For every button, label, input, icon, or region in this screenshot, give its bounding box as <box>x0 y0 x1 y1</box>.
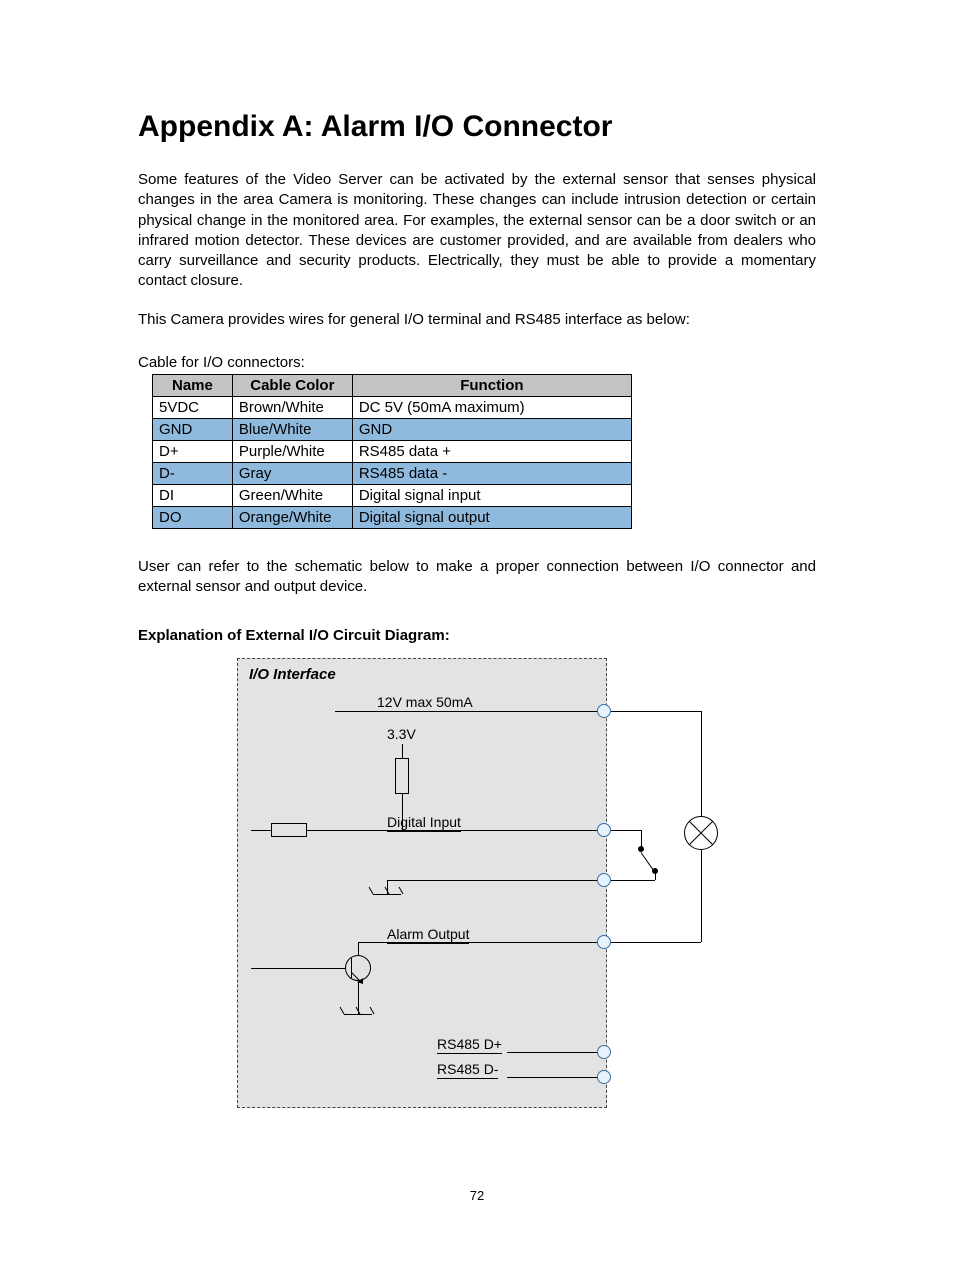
label-12v: 12V max 50mA <box>377 694 473 712</box>
table-row: 5VDC Brown/White DC 5V (50mA maximum) <box>153 396 632 418</box>
table-header-row: Name Cable Color Function <box>153 374 632 396</box>
io-circuit-diagram: I/O Interface 12V max 50mA 3.3V Digital … <box>237 658 717 1108</box>
diagram-subheading: Explanation of External I/O Circuit Diag… <box>138 627 816 644</box>
terminal-icon <box>597 823 611 837</box>
interface-paragraph: This Camera provides wires for general I… <box>138 310 816 330</box>
appendix-title: Appendix A: Alarm I/O Connector <box>138 110 816 144</box>
schematic-paragraph: User can refer to the schematic below to… <box>138 557 816 598</box>
table-row: DO Orange/White Digital signal output <box>153 506 632 528</box>
terminal-icon <box>597 873 611 887</box>
table-row: D+ Purple/White RS485 data + <box>153 440 632 462</box>
resistor-icon <box>271 823 307 837</box>
header-function: Function <box>352 374 631 396</box>
terminal-icon <box>597 1045 611 1059</box>
terminal-icon <box>597 704 611 718</box>
intro-paragraph: Some features of the Video Server can be… <box>138 170 816 292</box>
header-name: Name <box>153 374 233 396</box>
table-row: GND Blue/White GND <box>153 418 632 440</box>
lamp-icon <box>684 816 718 850</box>
resistor-icon <box>395 758 409 794</box>
label-rs485-dm: RS485 D- <box>437 1061 498 1079</box>
table-row: D- Gray RS485 data - <box>153 462 632 484</box>
terminal-icon <box>597 1070 611 1084</box>
io-connector-table: Name Cable Color Function 5VDC Brown/Whi… <box>152 374 632 529</box>
terminal-icon <box>597 935 611 949</box>
table-caption: Cable for I/O connectors: <box>138 354 816 371</box>
page-number: 72 <box>138 1188 816 1203</box>
table-row: DI Green/White Digital signal input <box>153 484 632 506</box>
label-rs485-dp: RS485 D+ <box>437 1036 502 1054</box>
diagram-title: I/O Interface <box>249 666 336 683</box>
header-cable-color: Cable Color <box>232 374 352 396</box>
label-3v3: 3.3V <box>387 726 416 742</box>
